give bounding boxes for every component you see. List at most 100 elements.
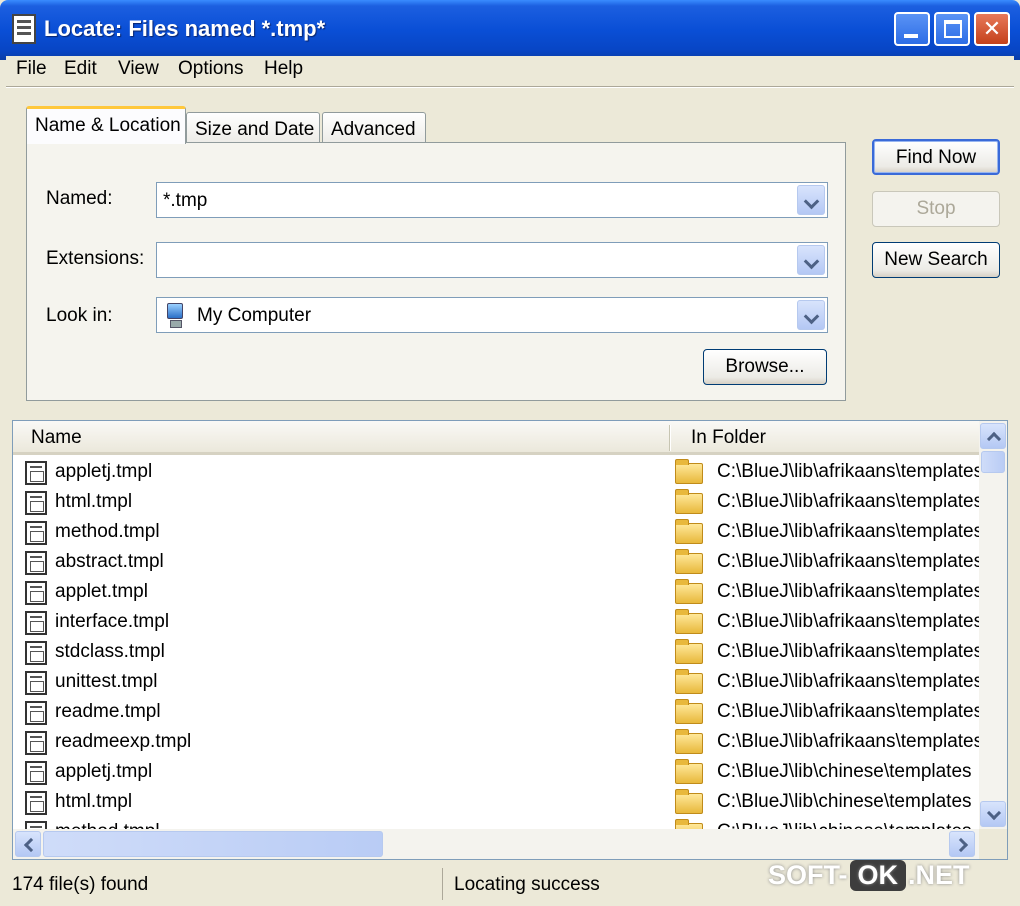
tab-name-location[interactable]: Name & Location (26, 106, 186, 144)
chevron-down-icon[interactable] (797, 185, 825, 215)
named-value: *.tmp (163, 190, 208, 211)
file-folder: C:\BlueJ\lib\afrikaans\templates (717, 701, 979, 722)
file-name: html.tmpl (55, 791, 133, 812)
minimize-icon (904, 34, 918, 38)
folder-icon (675, 669, 703, 694)
file-name: readmeexp.tmpl (55, 731, 192, 752)
column-header-name[interactable]: Name (31, 427, 82, 449)
scroll-right-icon[interactable] (949, 831, 975, 857)
folder-icon (675, 729, 703, 754)
file-icon (25, 761, 47, 785)
menu-separator (6, 86, 1014, 88)
file-folder: C:\BlueJ\lib\afrikaans\templates (717, 731, 979, 752)
folder-icon (675, 789, 703, 814)
column-divider[interactable] (669, 425, 671, 451)
chevron-down-icon[interactable] (797, 300, 825, 330)
horizontal-scroll-thumb[interactable] (43, 831, 383, 857)
close-button[interactable]: ✕ (974, 12, 1010, 46)
app-icon (12, 14, 36, 44)
file-name: stdclass.tmpl (55, 641, 165, 662)
table-row[interactable]: method.tmpl C:\BlueJ\lib\chinese\template… (13, 817, 979, 829)
file-icon (25, 671, 47, 695)
named-combobox[interactable]: *.tmp (156, 182, 828, 218)
title-bar[interactable]: Locate: Files named *.tmp* ✕ (0, 0, 1020, 60)
file-icon (25, 731, 47, 755)
list-rows: appletj.tmpl C:\BlueJ\lib\afrikaans\templ… (13, 457, 979, 829)
table-row[interactable]: readmeexp.tmpl C:\BlueJ\lib\afrikaans\tem… (13, 727, 979, 757)
stop-button[interactable]: Stop (872, 191, 1000, 227)
file-folder: C:\BlueJ\lib\chinese\templates (717, 791, 972, 812)
table-row[interactable]: stdclass.tmpl C:\BlueJ\lib\afrikaans\temp… (13, 637, 979, 667)
table-row[interactable]: appletj.tmpl C:\BlueJ\lib\afrikaans\templ… (13, 457, 979, 487)
file-folder: C:\BlueJ\lib\chinese\templates (717, 761, 972, 782)
scroll-up-icon[interactable] (980, 423, 1006, 449)
table-row[interactable]: applet.tmpl C:\BlueJ\lib\afrikaans\templa… (13, 577, 979, 607)
table-row[interactable]: interface.tmpl C:\BlueJ\lib\afrikaans\tem… (13, 607, 979, 637)
table-row[interactable]: html.tmpl C:\BlueJ\lib\chinese\templates (13, 787, 979, 817)
folder-icon (675, 489, 703, 514)
file-icon (25, 491, 47, 515)
folder-icon (675, 459, 703, 484)
status-message: Locating success (454, 874, 600, 895)
maximize-icon (944, 20, 962, 38)
file-name: unittest.tmpl (55, 671, 158, 692)
menu-options[interactable]: Options (178, 58, 243, 80)
menu-view[interactable]: View (118, 58, 159, 80)
tab-advanced[interactable]: Advanced (322, 112, 426, 144)
scroll-down-icon[interactable] (980, 801, 1006, 827)
folder-icon (675, 519, 703, 544)
watermark: SOFT- OK .NET (768, 860, 970, 900)
table-row[interactable]: method.tmpl C:\BlueJ\lib\afrikaans\templa… (13, 517, 979, 547)
status-divider (442, 868, 444, 900)
scroll-corner (979, 829, 1007, 859)
minimize-button[interactable] (894, 12, 930, 46)
menu-edit[interactable]: Edit (64, 58, 97, 80)
file-icon (25, 641, 47, 665)
file-folder: C:\BlueJ\lib\afrikaans\templates (717, 581, 979, 602)
horizontal-scrollbar[interactable] (13, 829, 979, 859)
extensions-combobox[interactable] (156, 242, 828, 278)
table-row[interactable]: abstract.tmpl C:\BlueJ\lib\afrikaans\temp… (13, 547, 979, 577)
folder-icon (675, 609, 703, 634)
menu-bar: File Edit View Options Help (6, 56, 1014, 84)
tab-size-date[interactable]: Size and Date (186, 112, 320, 144)
scroll-left-icon[interactable] (15, 831, 41, 857)
menu-help[interactable]: Help (264, 58, 303, 80)
folder-icon (675, 699, 703, 724)
vertical-scrollbar[interactable] (979, 421, 1007, 829)
results-list[interactable]: Name In Folder appletj.tmpl C:\BlueJ\lib\… (12, 420, 1008, 860)
find-now-button[interactable]: Find Now (872, 139, 1000, 175)
new-search-button[interactable]: New Search (872, 242, 1000, 278)
window-title: Locate: Files named *.tmp* (44, 16, 326, 41)
file-name: applet.tmpl (55, 581, 148, 602)
file-folder: C:\BlueJ\lib\afrikaans\templates (717, 461, 979, 482)
column-header-folder[interactable]: In Folder (691, 427, 766, 449)
browse-button[interactable]: Browse... (703, 349, 827, 385)
file-folder: C:\BlueJ\lib\afrikaans\templates (717, 521, 979, 542)
file-name: readme.tmpl (55, 701, 161, 722)
file-name: method.tmpl (55, 521, 160, 542)
table-row[interactable]: appletj.tmpl C:\BlueJ\lib\chinese\templat… (13, 757, 979, 787)
table-row[interactable]: html.tmpl C:\BlueJ\lib\afrikaans\template… (13, 487, 979, 517)
maximize-button[interactable] (934, 12, 970, 46)
lookin-combobox[interactable]: My Computer (156, 297, 828, 333)
table-row[interactable]: readme.tmpl C:\BlueJ\lib\afrikaans\templa… (13, 697, 979, 727)
file-icon (25, 701, 47, 725)
table-row[interactable]: unittest.tmpl C:\BlueJ\lib\afrikaans\temp… (13, 667, 979, 697)
folder-icon (675, 759, 703, 784)
chevron-down-icon[interactable] (797, 245, 825, 275)
file-icon (25, 581, 47, 605)
watermark-ok: OK (849, 860, 906, 891)
watermark-post: .NET (908, 860, 970, 890)
folder-icon (675, 579, 703, 604)
menu-file[interactable]: File (16, 58, 47, 80)
lookin-label: Look in: (46, 305, 113, 326)
file-folder: C:\BlueJ\lib\afrikaans\templates (717, 641, 979, 662)
watermark-pre: SOFT- (768, 860, 848, 890)
file-icon (25, 791, 47, 815)
folder-icon (675, 549, 703, 574)
vertical-scroll-thumb[interactable] (981, 451, 1005, 473)
file-folder: C:\BlueJ\lib\afrikaans\templates (717, 491, 979, 512)
named-label: Named: (46, 188, 113, 209)
file-name: appletj.tmpl (55, 461, 153, 482)
